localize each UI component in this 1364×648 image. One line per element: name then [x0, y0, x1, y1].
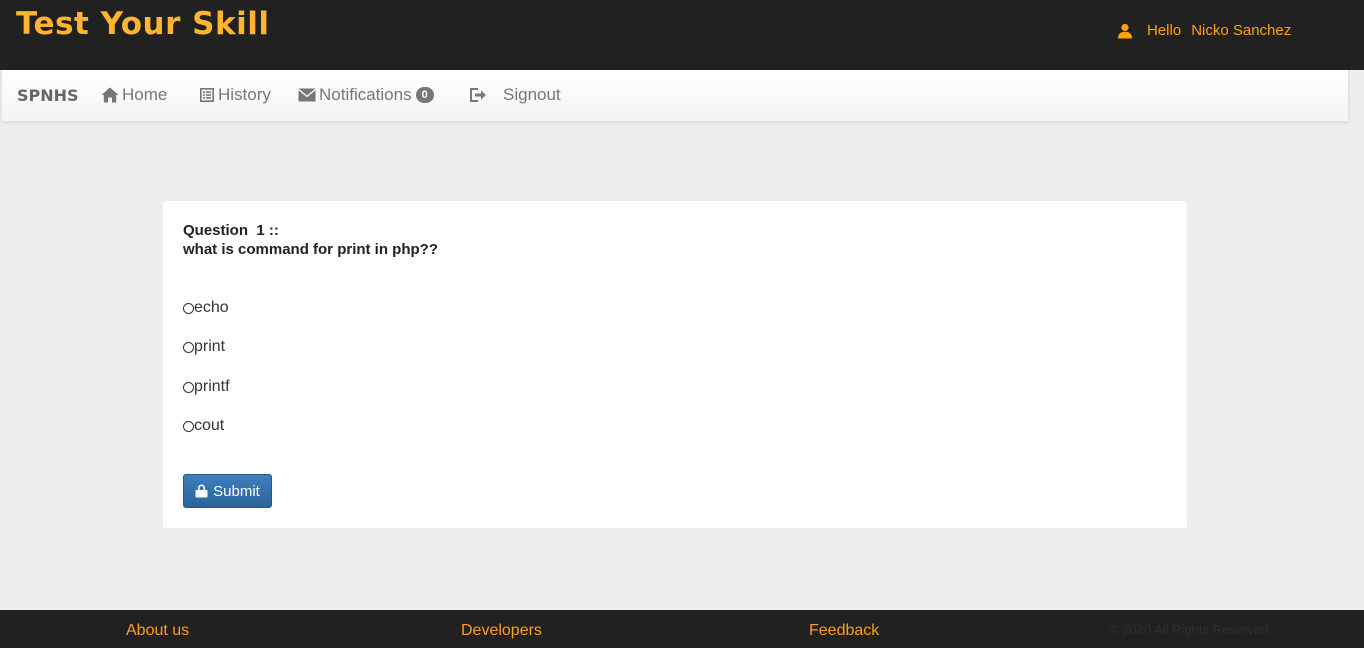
- radio-button[interactable]: [183, 302, 194, 314]
- greeting-text: Hello: [1147, 22, 1182, 39]
- nav-history-label: History: [218, 85, 271, 104]
- radio-button[interactable]: [183, 420, 194, 432]
- radio-button[interactable]: [183, 381, 194, 393]
- submit-button[interactable]: Submit: [183, 474, 272, 508]
- logout-icon: [470, 88, 486, 102]
- nav-home-label: Home: [122, 85, 168, 104]
- footer-link-about[interactable]: About us: [126, 622, 189, 640]
- nav-item-history[interactable]: History: [199, 85, 271, 105]
- user-icon: [1118, 23, 1132, 38]
- home-icon: [101, 87, 119, 103]
- question-card: Question 1 :: what is command for print …: [163, 201, 1187, 528]
- nav-signout-label: Signout: [503, 85, 561, 104]
- copyright-text: © 2020 All Rights Reserved.: [1109, 622, 1272, 637]
- option-label: cout: [194, 417, 225, 434]
- radio-button[interactable]: [183, 341, 194, 353]
- envelope-icon: [298, 88, 316, 102]
- list-icon: [200, 88, 214, 102]
- answer-option[interactable]: cout: [183, 417, 224, 435]
- question-text: what is command for print in php??: [183, 241, 438, 258]
- footer-link-feedback[interactable]: Feedback: [809, 622, 879, 640]
- username-text: Nicko Sanchez: [1191, 22, 1292, 39]
- nav-item-signout[interactable]: Signout: [469, 85, 561, 105]
- answer-option[interactable]: printf: [183, 378, 230, 396]
- submit-label: Submit: [213, 482, 260, 500]
- site-logo[interactable]: Test Your Skill: [16, 6, 270, 42]
- user-greeting[interactable]: Hello Nicko Sanchez: [1117, 22, 1291, 39]
- lock-icon: [195, 484, 208, 498]
- notification-count-badge: 0: [415, 87, 434, 103]
- main-navbar: SPNHS Home History Notifications 0 Signo…: [1, 70, 1349, 122]
- option-label: print: [194, 338, 226, 355]
- top-header: Test Your Skill Hello Nicko Sanchez: [0, 0, 1364, 70]
- nav-notifications-label: Notifications: [319, 85, 412, 104]
- option-label: printf: [194, 378, 230, 395]
- page-footer: About us Developers Feedback © 2020 All …: [0, 610, 1364, 648]
- footer-link-developers[interactable]: Developers: [461, 622, 542, 640]
- answer-option[interactable]: print: [183, 338, 225, 356]
- nav-item-notifications[interactable]: Notifications 0: [298, 85, 434, 105]
- navbar-brand[interactable]: SPNHS: [17, 86, 79, 105]
- option-label: echo: [194, 299, 229, 316]
- question-number: Question 1 ::: [183, 222, 279, 239]
- answer-option[interactable]: echo: [183, 299, 229, 317]
- nav-item-home[interactable]: Home: [101, 85, 167, 105]
